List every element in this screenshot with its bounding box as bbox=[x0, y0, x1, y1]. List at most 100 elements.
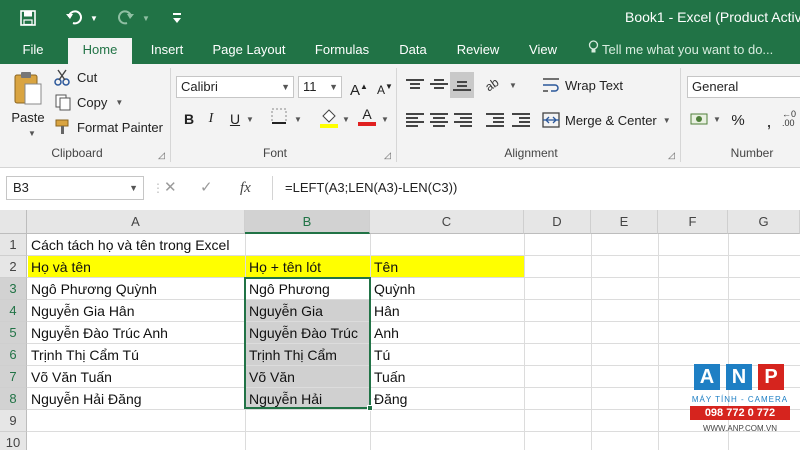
merge-dropdown-icon[interactable]: ▼ bbox=[663, 116, 671, 125]
cell-a2[interactable]: Họ và tên bbox=[28, 256, 91, 278]
italic-button[interactable]: I bbox=[200, 108, 222, 130]
align-top-icon[interactable] bbox=[406, 79, 424, 93]
comma-style-button[interactable]: , bbox=[758, 110, 780, 132]
cell-a6[interactable]: Trịnh Thị Cẩm Tú bbox=[28, 344, 139, 366]
tab-formulas[interactable]: Formulas bbox=[306, 36, 378, 64]
row-header-5[interactable]: 5 bbox=[0, 322, 27, 344]
name-box[interactable]: B3 ▼ bbox=[6, 176, 144, 200]
cancel-icon[interactable]: ✕ bbox=[164, 176, 177, 200]
cell-c3[interactable]: Quỳnh bbox=[371, 278, 415, 300]
cell-c7[interactable]: Tuấn bbox=[371, 366, 405, 388]
row-header-3[interactable]: 3 bbox=[0, 278, 27, 300]
number-format-combo[interactable]: General bbox=[687, 76, 800, 98]
grow-font-button[interactable]: A▲ bbox=[348, 76, 370, 99]
paste-dropdown-icon[interactable]: ▼ bbox=[28, 129, 36, 138]
tab-review[interactable]: Review bbox=[448, 36, 508, 64]
alignment-launcher-icon[interactable]: ◿ bbox=[668, 150, 675, 161]
underline-dropdown-icon[interactable]: ▼ bbox=[246, 115, 254, 124]
increase-decimal-button[interactable]: ←0.00 bbox=[782, 110, 800, 128]
fill-color-button[interactable] bbox=[318, 108, 340, 130]
column-header-c[interactable]: C bbox=[370, 210, 524, 234]
increase-indent-icon[interactable] bbox=[512, 113, 530, 127]
tab-page-layout[interactable]: Page Layout bbox=[204, 36, 294, 64]
clipboard-launcher-icon[interactable]: ◿ bbox=[158, 150, 165, 161]
cell-a7[interactable]: Võ Văn Tuấn bbox=[28, 366, 112, 388]
column-header-a[interactable]: A bbox=[27, 210, 245, 234]
font-size-combo[interactable]: 11 ▼ bbox=[298, 76, 342, 98]
row-header-9[interactable]: 9 bbox=[0, 410, 27, 432]
borders-button[interactable] bbox=[268, 108, 290, 130]
column-header-f[interactable]: F bbox=[658, 210, 728, 234]
wrap-text-button[interactable]: Wrap Text bbox=[542, 76, 623, 94]
row-header-1[interactable]: 1 bbox=[0, 234, 27, 256]
lightbulb-icon bbox=[588, 36, 602, 64]
column-header-g[interactable]: G bbox=[728, 210, 800, 234]
tab-data[interactable]: Data bbox=[390, 36, 436, 64]
row-header-10[interactable]: 10 bbox=[0, 432, 27, 450]
tab-home[interactable]: Home bbox=[68, 38, 132, 64]
tab-file[interactable]: File bbox=[8, 36, 58, 64]
copy-button[interactable]: Copy ▼ bbox=[54, 93, 123, 111]
fill-handle[interactable] bbox=[367, 405, 373, 411]
align-middle-icon[interactable] bbox=[430, 79, 448, 93]
shrink-font-button[interactable]: A▼ bbox=[374, 76, 396, 98]
save-icon[interactable] bbox=[16, 0, 40, 36]
redo-icon[interactable] bbox=[114, 0, 138, 36]
align-right-icon[interactable] bbox=[454, 113, 472, 127]
format-painter-button[interactable]: Format Painter bbox=[54, 118, 163, 136]
accounting-format-button[interactable]: ▼ bbox=[690, 110, 721, 128]
cell-b2[interactable]: Họ + tên lót bbox=[246, 256, 321, 278]
cell-c4[interactable]: Hân bbox=[371, 300, 400, 322]
row-header-7[interactable]: 7 bbox=[0, 366, 27, 388]
column-header-b[interactable]: B bbox=[245, 210, 370, 234]
gridline bbox=[591, 234, 592, 450]
undo-icon[interactable] bbox=[62, 0, 86, 36]
customize-qat-icon[interactable] bbox=[170, 0, 184, 36]
font-name-combo[interactable]: Calibri ▼ bbox=[176, 76, 294, 98]
insert-function-icon[interactable]: fx bbox=[240, 176, 251, 200]
align-bottom-button[interactable] bbox=[450, 72, 474, 98]
percent-style-button[interactable]: % bbox=[727, 110, 749, 132]
undo-dropdown-icon[interactable]: ▼ bbox=[88, 0, 100, 36]
cell-c2[interactable]: Tên bbox=[371, 256, 398, 278]
fill-color-dropdown-icon[interactable]: ▼ bbox=[342, 115, 350, 124]
paste-icon bbox=[12, 70, 44, 108]
tab-insert[interactable]: Insert bbox=[140, 36, 194, 64]
cut-button[interactable]: Cut bbox=[54, 68, 97, 86]
align-left-icon[interactable] bbox=[406, 113, 424, 127]
orientation-button[interactable]: ab ▼ bbox=[482, 75, 516, 94]
row-header-4[interactable]: 4 bbox=[0, 300, 27, 322]
row-header-6[interactable]: 6 bbox=[0, 344, 27, 366]
formula-input[interactable]: =LEFT(A3;LEN(A3)-LEN(C3)) bbox=[272, 176, 800, 200]
cell-a8[interactable]: Nguyễn Hải Đăng bbox=[28, 388, 142, 410]
row-header-8[interactable]: 8 bbox=[0, 388, 27, 410]
font-color-button[interactable]: A bbox=[356, 106, 378, 128]
decrease-indent-icon[interactable] bbox=[486, 113, 504, 127]
cell-a3[interactable]: Ngô Phương Quỳnh bbox=[28, 278, 157, 300]
cell-c8[interactable]: Đăng bbox=[371, 388, 407, 410]
font-launcher-icon[interactable]: ◿ bbox=[384, 150, 391, 161]
enter-icon[interactable]: ✓ bbox=[200, 176, 213, 200]
merge-center-button[interactable]: Merge & Center ▼ bbox=[542, 111, 671, 129]
cell-a1[interactable]: Cách tách họ và tên trong Excel bbox=[28, 234, 229, 256]
column-header-e[interactable]: E bbox=[591, 210, 658, 234]
borders-dropdown-icon[interactable]: ▼ bbox=[294, 115, 302, 124]
cell-c6[interactable]: Tú bbox=[371, 344, 390, 366]
paste-button[interactable]: Paste bbox=[8, 70, 48, 125]
font-color-dropdown-icon[interactable]: ▼ bbox=[381, 115, 389, 124]
tell-me-box[interactable]: Tell me what you want to do... bbox=[588, 36, 773, 64]
cell-c5[interactable]: Anh bbox=[371, 322, 399, 344]
bold-button[interactable]: B bbox=[178, 108, 200, 130]
cell-a5[interactable]: Nguyễn Đào Trúc Anh bbox=[28, 322, 168, 344]
formula-bar-grip-icon[interactable]: ⋮ bbox=[152, 176, 164, 200]
column-header-d[interactable]: D bbox=[524, 210, 591, 234]
copy-dropdown-icon[interactable]: ▼ bbox=[115, 98, 123, 107]
cell-a4[interactable]: Nguyễn Gia Hân bbox=[28, 300, 135, 322]
title-bar: ▼ ▼ Book1 - Excel (Product Activati bbox=[0, 0, 800, 36]
select-all-corner[interactable] bbox=[0, 210, 27, 234]
row-header-2[interactable]: 2 bbox=[0, 256, 27, 278]
underline-button[interactable]: U bbox=[224, 108, 246, 130]
tab-view[interactable]: View bbox=[520, 36, 566, 64]
redo-dropdown-icon[interactable]: ▼ bbox=[140, 0, 152, 36]
align-center-icon[interactable] bbox=[430, 113, 448, 127]
